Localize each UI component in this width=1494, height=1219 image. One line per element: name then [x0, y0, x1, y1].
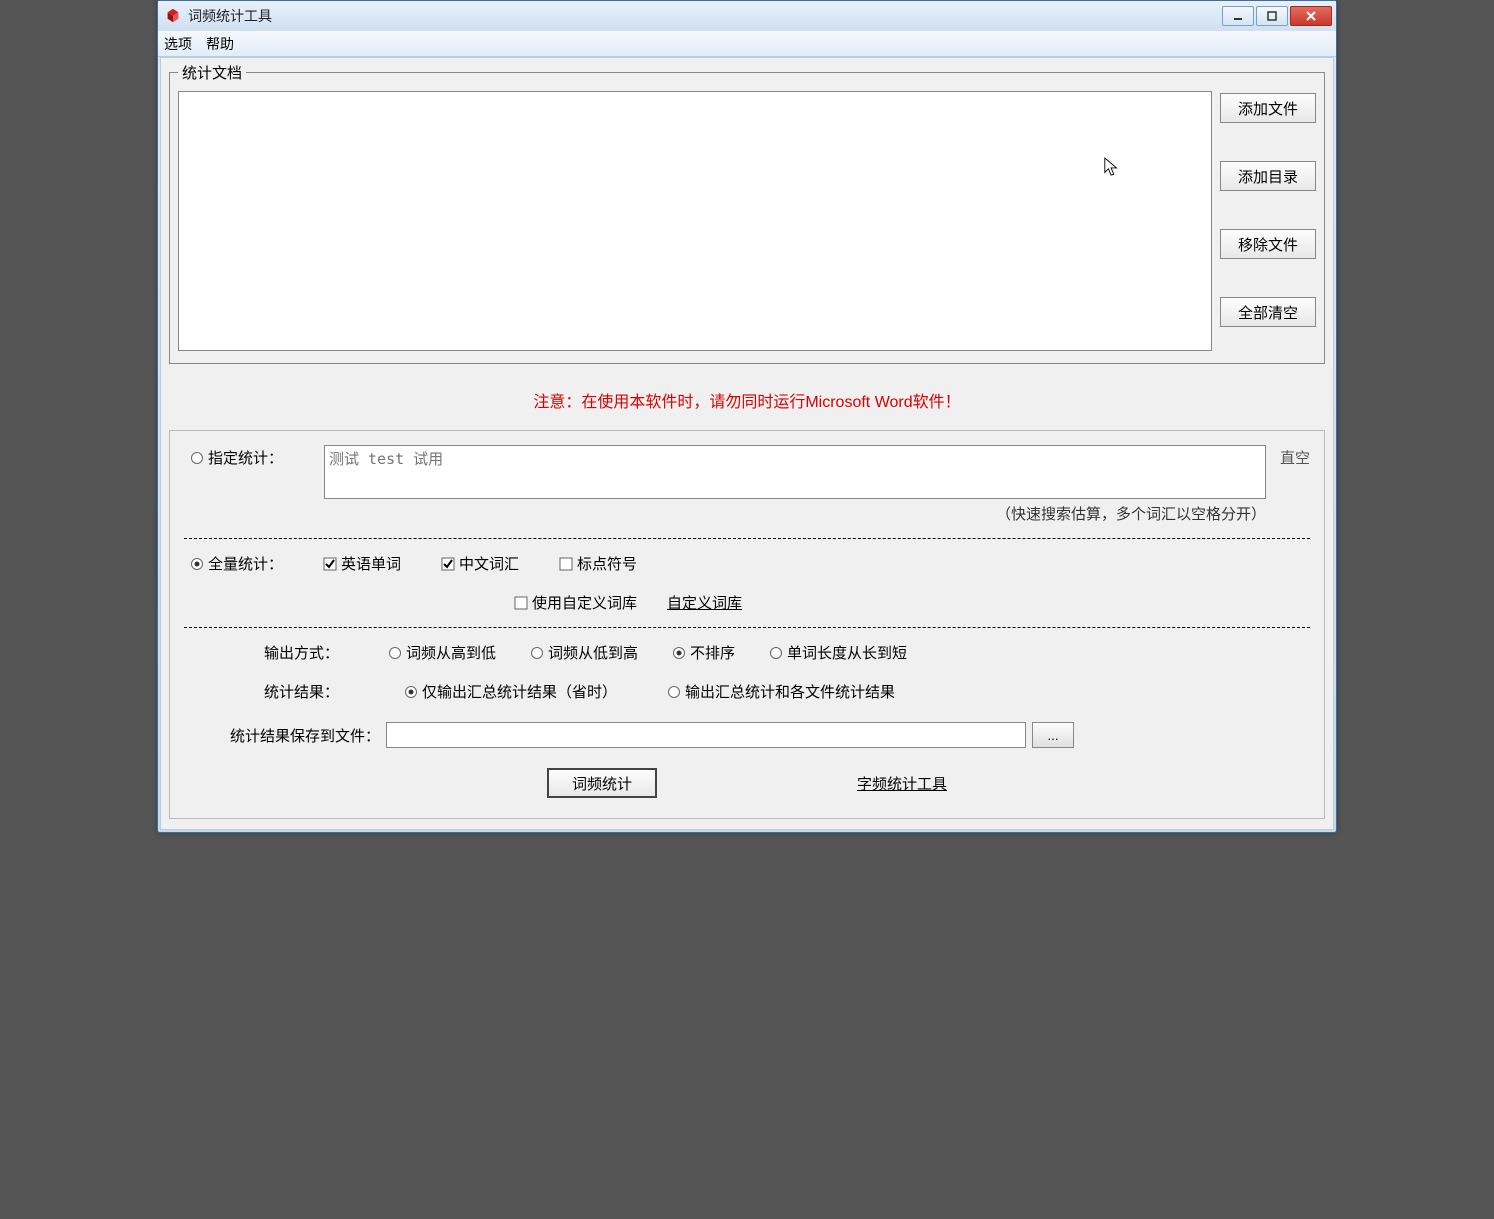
punct-label: 标点符号	[577, 553, 637, 574]
app-icon	[164, 7, 182, 25]
result-full-label: 输出汇总统计和各文件统计结果	[685, 681, 895, 702]
minimize-icon	[1232, 10, 1244, 22]
radio-checked-icon	[190, 557, 204, 571]
output-mode-label: 输出方式：	[264, 642, 354, 663]
english-checkbox[interactable]: 英语单词	[323, 553, 401, 574]
radio-checked-icon	[404, 685, 418, 699]
close-icon	[1304, 9, 1318, 23]
sort-length-radio[interactable]: 单词长度从长到短	[769, 642, 907, 663]
specify-row: 指定统计： 直空	[184, 445, 1310, 499]
window-buttons	[1222, 6, 1332, 26]
char-freq-link[interactable]: 字频统计工具	[857, 773, 947, 794]
sort-high-low-label: 词频从高到低	[406, 642, 496, 663]
app-window: 词频统计工具 选项 帮助 统计文档	[157, 0, 1337, 833]
separator-2	[184, 627, 1310, 628]
minimize-button[interactable]	[1222, 6, 1254, 26]
english-label: 英语单词	[341, 553, 401, 574]
save-path-input[interactable]	[386, 722, 1026, 748]
browse-button[interactable]: ...	[1032, 722, 1074, 748]
warning-text: 注意：在使用本软件时，请勿同时运行Microsoft Word软件！	[169, 388, 1325, 412]
menu-help[interactable]: 帮助	[206, 34, 234, 54]
options-panel: 指定统计： 直空 （快速搜索估算，多个词汇以空格分开） 全量统计： 英语单词	[169, 430, 1325, 819]
save-row: 统计结果保存到文件： ...	[220, 722, 1310, 748]
maximize-icon	[1266, 10, 1278, 22]
chinese-label: 中文词汇	[459, 553, 519, 574]
cursor-icon	[1103, 156, 1121, 178]
specify-clear[interactable]: 直空	[1280, 445, 1310, 468]
full-radio[interactable]: 全量统计：	[190, 553, 283, 574]
result-summary-label: 仅输出汇总统计结果（省时）	[422, 681, 617, 702]
result-summary-radio[interactable]: 仅输出汇总统计结果（省时）	[404, 681, 617, 702]
custom-dict-checkbox[interactable]: 使用自定义词库	[514, 592, 637, 613]
close-button[interactable]	[1290, 6, 1332, 26]
output-section: 输出方式： 词频从高到低 词频从低到高 不排序	[184, 642, 1310, 798]
custom-row: 使用自定义词库 自定义词库	[514, 592, 1310, 613]
radio-icon	[190, 451, 204, 465]
checkbox-icon	[559, 557, 573, 571]
output-mode-row: 输出方式： 词频从高到低 词频从低到高 不排序	[264, 642, 1310, 663]
checkbox-icon	[514, 596, 528, 610]
documents-legend: 统计文档	[178, 62, 246, 83]
sort-none-label: 不排序	[690, 642, 735, 663]
menu-options[interactable]: 选项	[164, 34, 192, 54]
bottom-row: 词频统计 字频统计工具	[184, 768, 1310, 798]
radio-checked-icon	[672, 646, 686, 660]
result-type-label: 统计结果：	[264, 681, 354, 702]
custom-dict-link[interactable]: 自定义词库	[667, 592, 742, 613]
specify-input[interactable]	[324, 445, 1266, 499]
result-full-radio[interactable]: 输出汇总统计和各文件统计结果	[667, 681, 895, 702]
full-row: 全量统计： 英语单词 中文词汇 标点符号	[190, 553, 1310, 574]
punct-checkbox[interactable]: 标点符号	[559, 553, 637, 574]
client-area: 统计文档 添加文件 添加目录 移除文件 全部清空 注意：在使用本软件时，请勿同时…	[160, 57, 1334, 830]
menubar: 选项 帮助	[158, 31, 1336, 57]
sort-high-low-radio[interactable]: 词频从高到低	[388, 642, 496, 663]
sort-low-high-radio[interactable]: 词频从低到高	[530, 642, 638, 663]
run-button[interactable]: 词频统计	[547, 768, 657, 798]
full-radio-label: 全量统计：	[208, 553, 283, 574]
clear-all-button[interactable]: 全部清空	[1220, 297, 1316, 327]
custom-dict-label: 使用自定义词库	[532, 592, 637, 613]
sort-none-radio[interactable]: 不排序	[672, 642, 735, 663]
maximize-button[interactable]	[1256, 6, 1288, 26]
specify-radio[interactable]: 指定统计：	[190, 447, 310, 468]
radio-icon	[388, 646, 402, 660]
radio-icon	[530, 646, 544, 660]
separator-1	[184, 538, 1310, 539]
save-label: 统计结果保存到文件：	[220, 725, 380, 746]
sort-length-label: 单词长度从长到短	[787, 642, 907, 663]
remove-file-button[interactable]: 移除文件	[1220, 229, 1316, 259]
add-directory-button[interactable]: 添加目录	[1220, 161, 1316, 191]
specify-hint: （快速搜索估算，多个词汇以空格分开）	[184, 503, 1266, 524]
radio-icon	[667, 685, 681, 699]
documents-listbox[interactable]	[178, 91, 1212, 351]
checkbox-checked-icon	[323, 557, 337, 571]
sort-low-high-label: 词频从低到高	[548, 642, 638, 663]
titlebar: 词频统计工具	[158, 1, 1336, 31]
result-type-row: 统计结果： 仅输出汇总统计结果（省时） 输出汇总统计和各文件统计结果	[264, 681, 1310, 702]
radio-icon	[769, 646, 783, 660]
documents-group: 统计文档 添加文件 添加目录 移除文件 全部清空	[169, 62, 1325, 364]
chinese-checkbox[interactable]: 中文词汇	[441, 553, 519, 574]
checkbox-checked-icon	[441, 557, 455, 571]
add-file-button[interactable]: 添加文件	[1220, 93, 1316, 123]
specify-radio-label: 指定统计：	[208, 447, 283, 468]
window-title: 词频统计工具	[188, 6, 1222, 26]
